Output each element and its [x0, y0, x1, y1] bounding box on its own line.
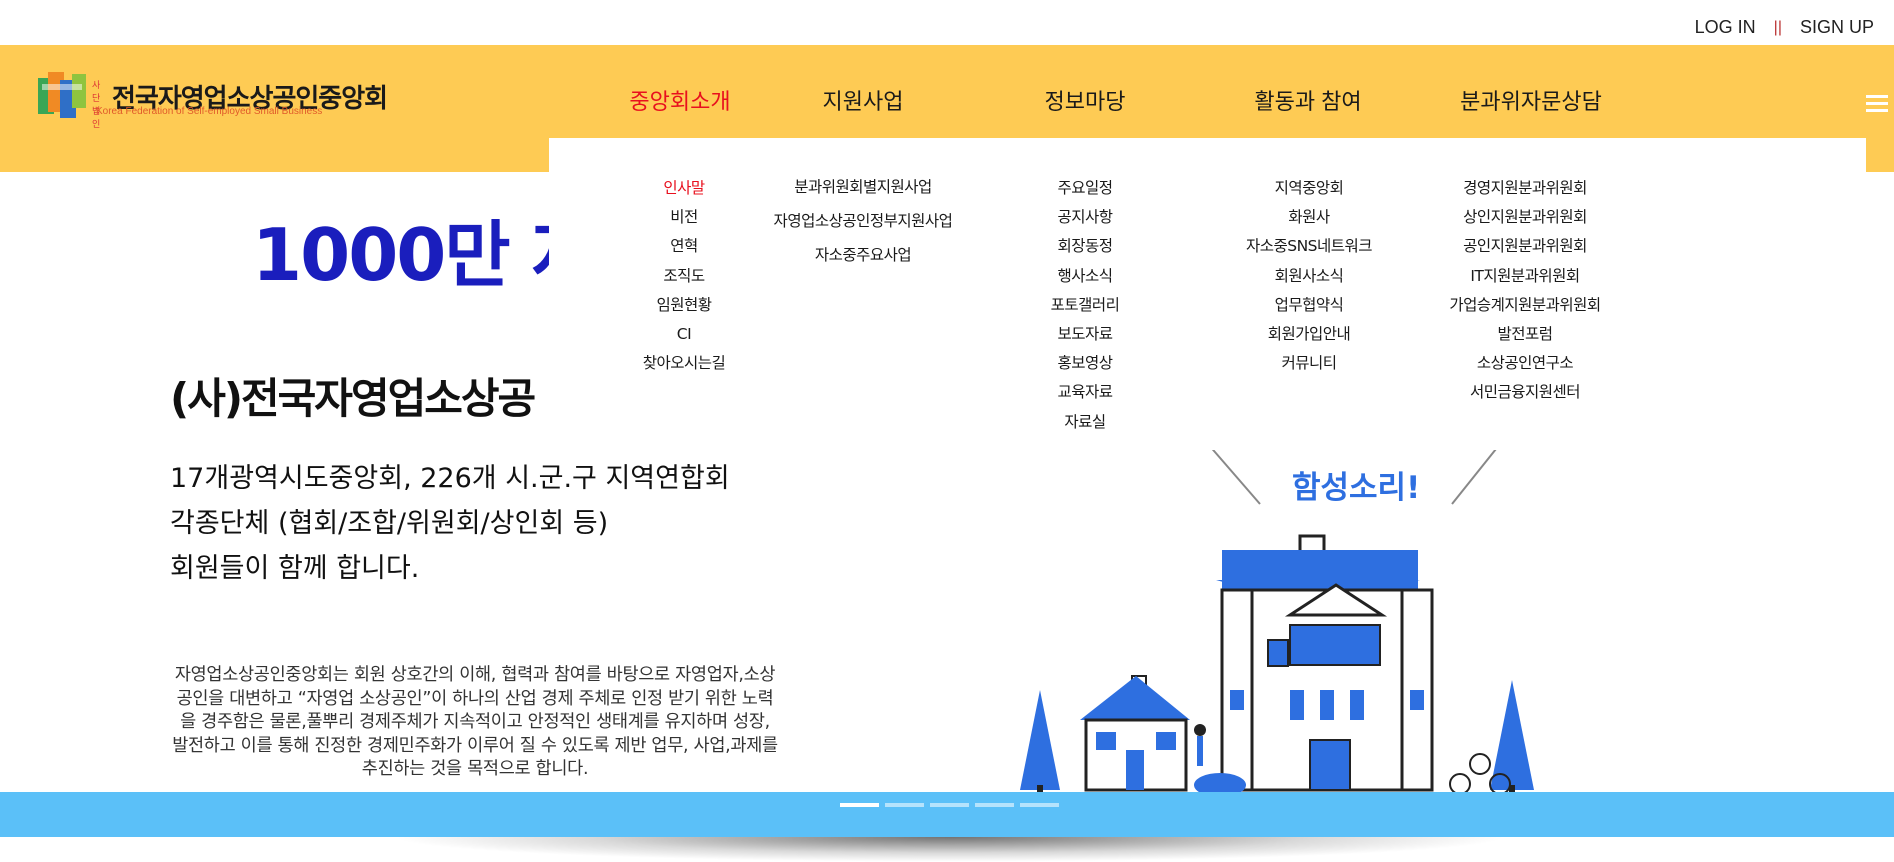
slider-bar — [0, 792, 1894, 837]
menu-item[interactable]: 주요일정 — [1051, 174, 1120, 203]
menu-item[interactable]: 회장동정 — [1051, 232, 1120, 261]
slider-dots — [840, 803, 1059, 807]
menu-item[interactable]: 회원가입안내 — [1246, 320, 1372, 349]
nav-info[interactable]: 정보마당 — [1045, 84, 1126, 116]
menu-item[interactable]: 교육자료 — [1051, 378, 1120, 407]
menu-col-support: 분과위원회별지원사업 자영업소상공인정부지원사업 자소중주요사업 — [774, 170, 953, 272]
menu-item[interactable]: 발전포럼 — [1449, 320, 1600, 349]
slider-dot[interactable] — [1020, 803, 1059, 807]
site-logo[interactable]: 사단 법인 전국자영업소상공인중앙회 Korea Federation of S… — [36, 68, 388, 129]
menu-item[interactable]: 공지사항 — [1051, 203, 1120, 232]
logo-mark-icon — [38, 72, 86, 118]
hero-line: 각종단체 (협회/조합/위원회/상인회 등) — [170, 508, 609, 539]
nav-about[interactable]: 중앙회소개 — [629, 84, 730, 116]
menu-item[interactable]: 자소중주요사업 — [774, 238, 953, 272]
menu-item[interactable]: 업무협약식 — [1246, 291, 1372, 320]
menu-item[interactable]: 상인지원분과위원회 — [1449, 203, 1600, 232]
menu-col-info: 주요일정 공지사항 회장동정 행사소식 포토갤러리 보도자료 홍보영상 교육자료… — [1051, 174, 1120, 437]
menu-item[interactable]: 임원현황 — [643, 291, 726, 320]
menu-item[interactable]: 자영업소상공인정부지원사업 — [774, 204, 953, 238]
slider-dot[interactable] — [885, 803, 924, 807]
nav-consulting[interactable]: 분과위자문상담 — [1460, 84, 1602, 116]
menu-item[interactable]: 행사소식 — [1051, 262, 1120, 291]
menu-item[interactable]: 공인지원분과위원회 — [1449, 232, 1600, 261]
menu-item[interactable]: 서민금융지원센터 — [1449, 378, 1600, 407]
login-link[interactable]: LOG IN — [1695, 17, 1756, 38]
menu-col-consulting: 경영지원분과위원회 상인지원분과위원회 공인지원분과위원회 IT지원분과위원회 … — [1449, 174, 1601, 408]
logo-badge: 사단 법인 — [92, 80, 101, 129]
nav-activity[interactable]: 활동과 참여 — [1254, 84, 1361, 116]
menu-item[interactable]: 인사말 — [643, 174, 726, 203]
harmony-text: 함성소리! — [1292, 470, 1421, 506]
mega-menu: 인사말 비전 연혁 조직도 임원현황 CI 찾아오시는길 분과위원회별지원사업 … — [549, 138, 1866, 450]
top-bar: LOG IN || SIGN UP — [0, 0, 1894, 45]
menu-col-activity: 지역중앙회 화원사 자소중SNS네트워크 회원사소식 업무협약식 회원가입안내 … — [1246, 174, 1373, 378]
menu-item[interactable]: 조직도 — [643, 262, 726, 291]
menu-item[interactable]: 찾아오시는길 — [643, 349, 726, 378]
menu-item[interactable]: 커뮤니티 — [1246, 349, 1372, 378]
nav-support[interactable]: 지원사업 — [823, 84, 904, 116]
slider-dot[interactable] — [975, 803, 1014, 807]
menu-item[interactable]: 분과위원회별지원사업 — [774, 170, 953, 204]
hero-headline: 1000만 자 — [252, 213, 598, 297]
slider-dot[interactable] — [930, 803, 969, 807]
menu-item[interactable]: 회원사소식 — [1246, 262, 1372, 291]
hero-lines: 17개광역시도중앙회, 226개 시.군.구 지역연합회 각종단체 (협회/조합… — [170, 456, 730, 591]
menu-item[interactable]: 가업승계지원분과위원회 — [1449, 291, 1601, 320]
menu-item[interactable]: 보도자료 — [1051, 320, 1120, 349]
signup-link[interactable]: SIGN UP — [1800, 17, 1874, 38]
menu-item[interactable]: IT지원분과위원회 — [1449, 262, 1600, 291]
hero-org-name: (사)전국자영업소상공 — [170, 374, 536, 423]
menu-item[interactable]: 자소중SNS네트워크 — [1246, 232, 1373, 261]
menu-item[interactable]: 경영지원분과위원회 — [1449, 174, 1600, 203]
menu-item[interactable]: 비전 — [643, 203, 726, 232]
auth-separator: || — [1773, 18, 1782, 36]
menu-item[interactable]: 홍보영상 — [1051, 349, 1120, 378]
menu-item[interactable]: CI — [643, 320, 726, 349]
menu-icon[interactable] — [1866, 95, 1888, 116]
menu-col-about: 인사말 비전 연혁 조직도 임원현황 CI 찾아오시는길 — [643, 174, 726, 378]
menu-item[interactable]: 화원사 — [1246, 203, 1372, 232]
hero-line: 회원들이 함께 합니다. — [170, 553, 420, 584]
logo-subtitle: Korea Federation of Self-employed Small … — [96, 106, 323, 117]
hero-line: 17개광역시도중앙회, 226개 시.군.구 지역연합회 — [170, 463, 730, 494]
town-illustration-icon — [1020, 443, 1534, 792]
banner-shadow — [390, 837, 1510, 862]
menu-item[interactable]: 자료실 — [1051, 408, 1120, 437]
menu-item[interactable]: 지역중앙회 — [1246, 174, 1372, 203]
menu-item[interactable]: 연혁 — [643, 232, 726, 261]
menu-item[interactable]: 소상공인연구소 — [1449, 349, 1600, 378]
menu-item[interactable]: 포토갤러리 — [1051, 291, 1120, 320]
auth-links: LOG IN || SIGN UP — [1695, 17, 1874, 38]
hero-paragraph: 자영업소상공인중앙회는 회원 상호간의 이해, 협력과 참여를 바탕으로 자영업… — [172, 665, 778, 779]
slider-dot[interactable] — [840, 803, 879, 807]
